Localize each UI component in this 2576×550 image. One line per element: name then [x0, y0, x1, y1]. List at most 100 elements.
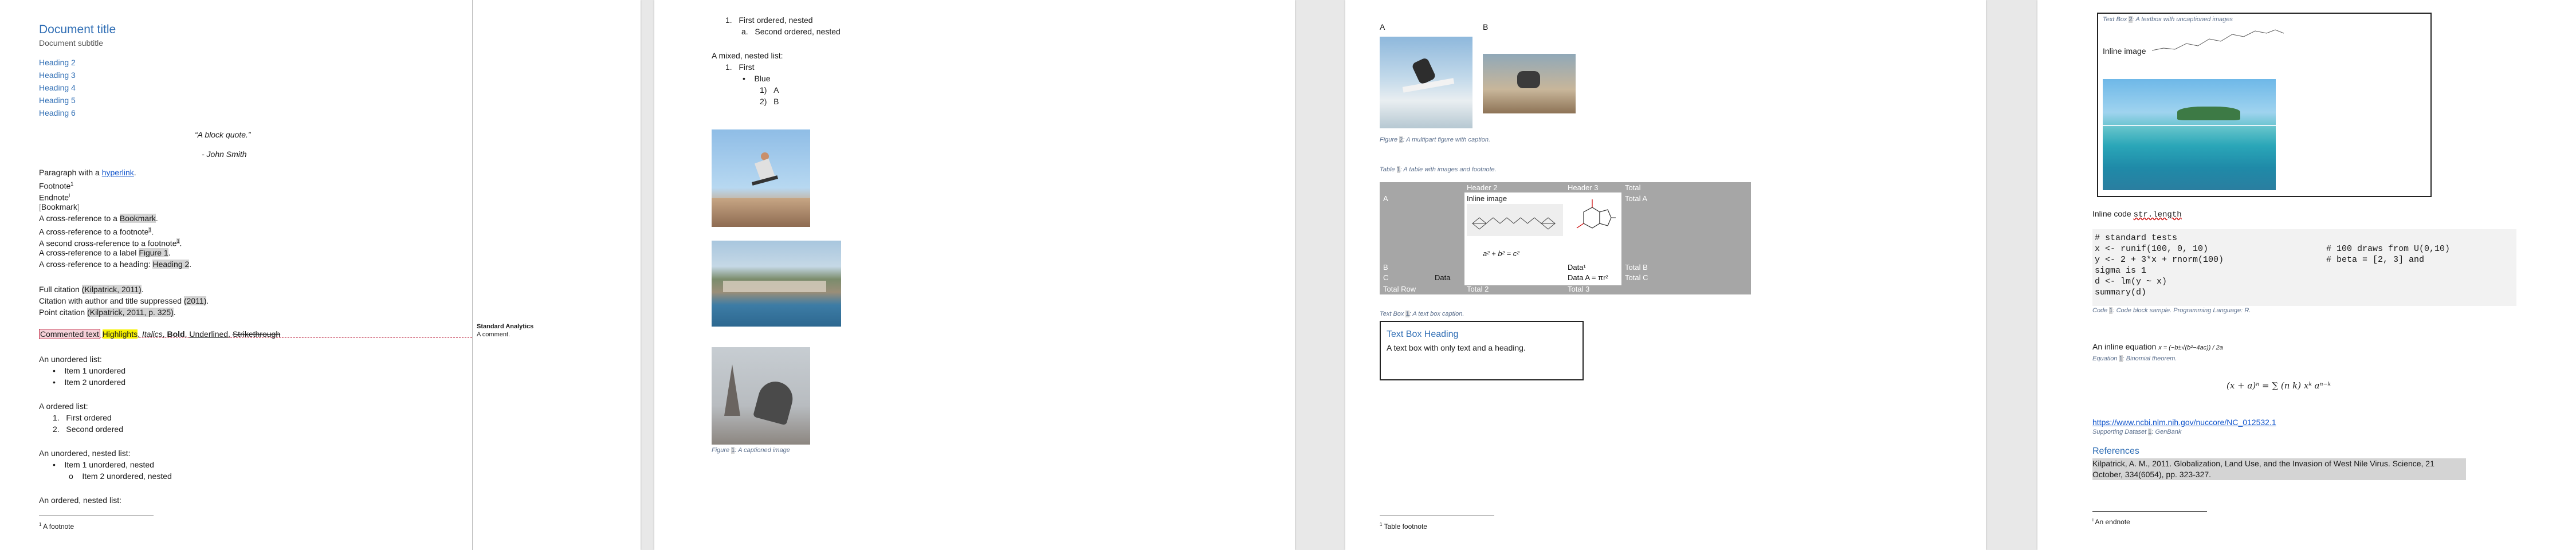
xref-footnote-field[interactable]: 1 [148, 227, 152, 233]
table-equation: a² + b² = c² [1483, 249, 1519, 258]
list-item: a. Second ordered, nested [741, 27, 841, 36]
list-item-text: Item 1 unordered, nested [64, 460, 154, 469]
table-cell: C [1383, 273, 1389, 282]
endnote-number: i [2092, 517, 2094, 522]
surfer-photo-b [1483, 54, 1576, 113]
caption-text: A table with images and footnote. [1403, 166, 1497, 173]
list-item: • Item 2 unordered [53, 378, 126, 387]
page-2: 1. First ordered, nested a. Second order… [654, 0, 1295, 550]
dataset-link[interactable]: https://www.ncbi.nlm.nih.gov/nuccore/NC_… [2092, 418, 2276, 427]
inline-equation-prefix: An inline equation [2092, 342, 2159, 351]
code-block-text: # standard tests x <- runif(100, 0, 10) y … [2095, 233, 2224, 298]
inline-code-prefix: Inline code [2092, 209, 2134, 218]
sparkline-chart [2152, 29, 2284, 51]
footnote-mark[interactable]: 1 [70, 181, 73, 187]
code-line: summary(d) [2095, 288, 2147, 297]
list-item-text: First [739, 62, 755, 72]
endnote-text: An endnote [2095, 518, 2130, 526]
page-3: A B Figure 2: A multipart figure with ca… [1345, 0, 1986, 550]
footnote-text: A footnote [43, 522, 74, 531]
bookmark-line: [Bookmark] [39, 202, 80, 211]
comment-text[interactable]: A comment. [477, 330, 510, 339]
list-item-text: A [773, 85, 779, 95]
page-4: Text Box 2: A textbox with uncaptioned i… [2037, 0, 2576, 550]
textbox-caption: Text Box 2: A textbox with uncaptioned i… [2103, 16, 2233, 23]
endnote-separator [2092, 511, 2207, 512]
code-comment: # 100 draws from U(0,10) [2326, 244, 2451, 254]
table-cell: Data [1435, 273, 1451, 282]
endnote: i An endnote [2092, 516, 2130, 527]
list-item-text: Blue [754, 74, 771, 83]
footnote-number: 1 [39, 522, 42, 527]
equation-caption: Equation 1: Binomial theorem. [2092, 355, 2177, 362]
xref-heading: A cross-reference to a heading: Heading … [39, 260, 192, 269]
italic-text: Italics [142, 329, 163, 339]
ramp-shape [712, 198, 810, 227]
code-comments: # 100 draws from U(0,10) # beta = [2, 3] … [2326, 243, 2450, 265]
reference-entry: Kilpatrick, A. M., 2011. Globalization, … [2092, 458, 2466, 480]
figure-label-a: A [1380, 22, 1385, 32]
caption-text: A multipart figure with caption. [1406, 136, 1491, 143]
xref-label-field[interactable]: Figure 1 [139, 248, 168, 257]
skateboarder-photo [712, 129, 810, 227]
mixed-list-title: A mixed, nested list: [712, 51, 783, 60]
citation-field[interactable]: (Kilpatrick, 2011, p. 325) [87, 308, 174, 317]
xref-text: A cross-reference to a label [39, 248, 139, 257]
caption-text: A text box caption. [1412, 311, 1464, 317]
list-item: o Item 2 unordered, nested [69, 472, 172, 481]
hyperlink-paragraph: Paragraph with a hyperlink. [39, 167, 136, 178]
surfer-shape [1411, 57, 1437, 85]
xref-bookmark-field[interactable]: Bookmark [119, 214, 156, 223]
document-title: Document title [39, 23, 116, 36]
table-header: Header 2 [1467, 183, 1498, 192]
surfer-shape [1517, 71, 1540, 88]
underlined-text: Underlined [189, 329, 229, 339]
heading-6: Heading 6 [39, 108, 76, 117]
code-line: sigma is 1 [2095, 266, 2147, 276]
list-item-text: Item 2 unordered, nested [82, 472, 172, 481]
xref-bookmark: A cross-reference to a Bookmark. [39, 214, 158, 223]
xref-text: A second cross-reference to a footnote [39, 238, 177, 248]
strikethrough-text: Strikethrough [232, 329, 281, 339]
citation-field[interactable]: (Kilpatrick, 2011) [81, 285, 142, 294]
caption-text: Code block sample. Programming Language:… [2116, 307, 2251, 314]
eiffel-skater-photo [712, 347, 810, 445]
list-item-text: First ordered, nested [739, 15, 813, 25]
hyperlink[interactable]: hyperlink [102, 168, 134, 177]
figure-label-b: B [1483, 22, 1489, 32]
list-item: 1. First [725, 62, 755, 72]
caption-label: Text Box [1380, 311, 1404, 317]
table-cell: Total 2 [1467, 285, 1489, 293]
chemical-structure-image [1467, 204, 1563, 236]
bookmark[interactable]: Bookmark [41, 202, 77, 211]
list-item-text: Second ordered [66, 425, 123, 434]
display-equation: (x + a)ⁿ = ∑ (n k) xᵏ aⁿ⁻ᵏ [2226, 380, 2331, 391]
list-item: 1. First ordered, nested [725, 15, 813, 25]
citation-field[interactable]: (2011) [183, 296, 207, 305]
xref-label: A cross-reference to a label Figure 1. [39, 248, 171, 257]
heading-4: Heading 4 [39, 83, 76, 92]
endnote-label: Endnote [39, 192, 69, 202]
list-item: 1) A [760, 85, 779, 95]
caption-label: Code [2092, 307, 2108, 314]
town-shape [723, 281, 826, 292]
suppressed-citation: Citation with author and title suppresse… [39, 296, 209, 305]
references-heading: References [2092, 446, 2139, 456]
commented-text[interactable]: Commented text [39, 329, 100, 339]
table-caption: Table 1: A table with images and footnot… [1380, 166, 1497, 173]
tropical-island-photo [2103, 79, 2276, 190]
textbox-caption: Text Box 1: A text box caption. [1380, 311, 1464, 317]
list-item: • Item 1 unordered, nested [53, 460, 154, 469]
xref-footnote-field[interactable]: 1 [176, 238, 180, 244]
caption-text: Binomial theorem. [2126, 355, 2177, 362]
caption-label: Table [1380, 166, 1395, 173]
endnote-mark[interactable]: i [69, 192, 70, 198]
unordered-nested-title: An unordered, nested list: [39, 449, 131, 458]
code-caption: Code 1: Code block sample. Programming L… [2092, 307, 2251, 314]
caption-label: Equation [2092, 355, 2118, 362]
caption-text: A captioned image [738, 447, 790, 454]
unordered-list-title: An unordered list: [39, 355, 102, 364]
formatted-text-line: Commented text Highlights, Italics, Bold… [39, 329, 281, 339]
inline-image-label: Inline image [2103, 46, 2146, 56]
xref-heading-field[interactable]: Heading 2 [152, 260, 190, 269]
